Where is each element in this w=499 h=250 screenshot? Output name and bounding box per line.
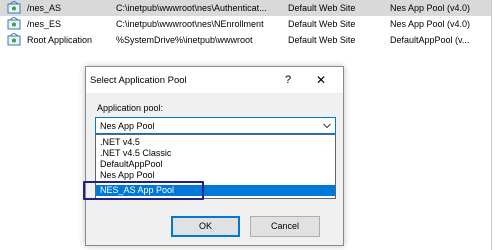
- row-site: Default Web Site: [288, 19, 356, 29]
- row-site: Default Web Site: [288, 35, 356, 45]
- close-button[interactable]: ✕: [308, 71, 334, 89]
- list-row[interactable]: Root Application %SystemDrive%\inetpub\w…: [0, 32, 491, 48]
- list-row[interactable]: /nes_ES C:\inetpub\wwwroot\nes\NEnrollme…: [0, 16, 491, 32]
- row-name: /nes_ES: [27, 19, 62, 29]
- dialog-titlebar: Select Application Pool ? ✕: [86, 67, 343, 93]
- row-app-pool: Nes App Pool (v4.0): [390, 19, 471, 29]
- row-path: %SystemDrive%\inetpub\wwwroot: [116, 35, 253, 45]
- application-pool-select[interactable]: Nes App Pool: [95, 117, 336, 134]
- pool-option[interactable]: Nes App Pool: [96, 170, 335, 181]
- row-name: Root Application: [27, 35, 93, 45]
- row-app-pool: DefaultAppPool (v...: [390, 35, 470, 45]
- application-icon: [7, 1, 21, 14]
- row-site: Default Web Site: [288, 3, 356, 13]
- select-application-pool-dialog: Select Application Pool ? ✕ Application …: [85, 66, 344, 246]
- ok-button[interactable]: OK: [171, 216, 240, 237]
- annotation-highlight-box: [83, 181, 204, 200]
- row-app-pool: Nes App Pool (v4.0): [390, 3, 471, 13]
- pool-option[interactable]: DefaultAppPool: [96, 159, 335, 170]
- row-path: C:\inetpub\wwwroot\nes\NEnrollment: [116, 19, 264, 29]
- application-pool-label: Application pool:: [97, 103, 164, 113]
- application-icon: [7, 17, 21, 30]
- chevron-down-icon: [323, 123, 331, 129]
- row-path: C:\inetpub\wwwroot\nes\Authenticat...: [116, 3, 267, 13]
- pool-option[interactable]: .NET v4.5: [96, 137, 335, 148]
- list-scrollbar-edge: [491, 0, 492, 250]
- help-button[interactable]: ?: [277, 71, 299, 89]
- row-name: /nes_AS: [27, 3, 62, 13]
- list-row[interactable]: /nes_AS C:\inetpub\wwwroot\nes\Authentic…: [0, 0, 491, 16]
- pool-option[interactable]: .NET v4.5 Classic: [96, 148, 335, 159]
- application-icon: [7, 33, 21, 46]
- dialog-title: Select Application Pool: [90, 75, 187, 86]
- cancel-button[interactable]: Cancel: [250, 216, 320, 237]
- selected-pool-value: Nes App Pool: [100, 121, 155, 131]
